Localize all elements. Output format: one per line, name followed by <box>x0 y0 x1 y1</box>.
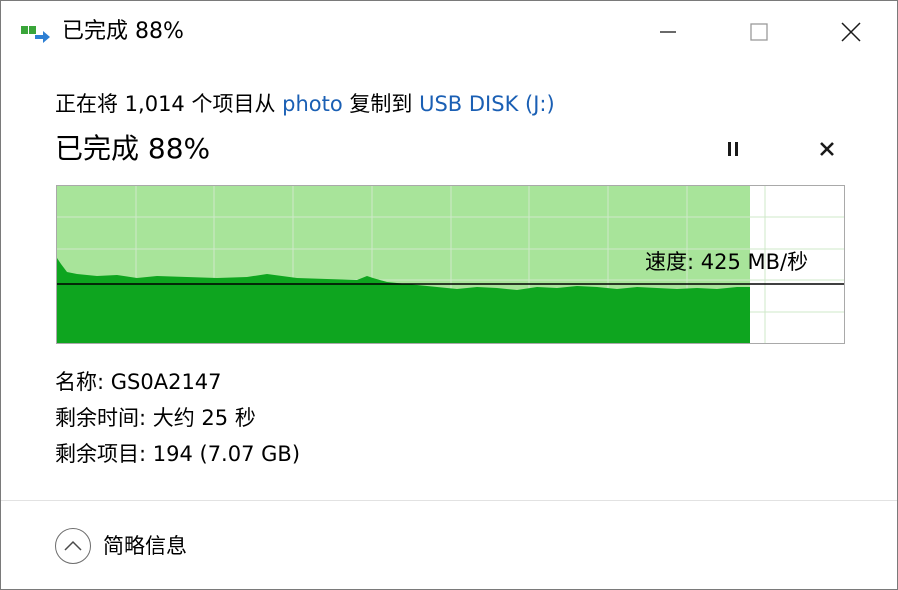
copy-progress-dialog: 已完成 88% 正在将 1,014 个项目从 photo 复制到 USB DIS… <box>0 0 898 590</box>
maximize-button[interactable] <box>736 11 782 53</box>
window-title: 已完成 88% <box>62 19 184 44</box>
minimize-button[interactable] <box>645 11 691 53</box>
title-bar[interactable]: 已完成 88% <box>1 1 897 63</box>
cancel-button[interactable] <box>811 135 843 167</box>
pause-icon <box>724 140 742 162</box>
maximize-icon <box>749 22 769 42</box>
destination-drive-link[interactable]: USB DISK (J:) <box>419 92 555 116</box>
copy-description-prefix: 正在将 1,014 个项目从 <box>55 92 283 116</box>
items-remaining-row: 剩余项目: 194 (7.07 GB) <box>55 442 301 466</box>
pause-button[interactable] <box>717 135 749 167</box>
close-button[interactable] <box>828 11 874 53</box>
fewer-details-button[interactable] <box>55 528 91 564</box>
time-remaining-row: 剩余时间: 大约 25 秒 <box>55 406 256 430</box>
progress-heading: 已完成 88% <box>55 132 211 165</box>
minimize-icon <box>658 22 678 42</box>
close-icon <box>840 21 862 43</box>
fewer-details-label[interactable]: 简略信息 <box>103 531 187 561</box>
file-name-row: 名称: GS0A2147 <box>55 370 222 394</box>
chevron-up-icon <box>63 537 83 556</box>
copy-transfer-icon <box>21 23 51 43</box>
source-folder-link[interactable]: photo <box>282 92 343 116</box>
cancel-icon <box>818 140 836 162</box>
copy-description-middle: 复制到 <box>342 92 420 116</box>
copy-description: 正在将 1,014 个项目从 photo 复制到 USB DISK (J:) <box>55 89 555 119</box>
speed-label: 速度: 425 MB/秒 <box>645 250 809 274</box>
